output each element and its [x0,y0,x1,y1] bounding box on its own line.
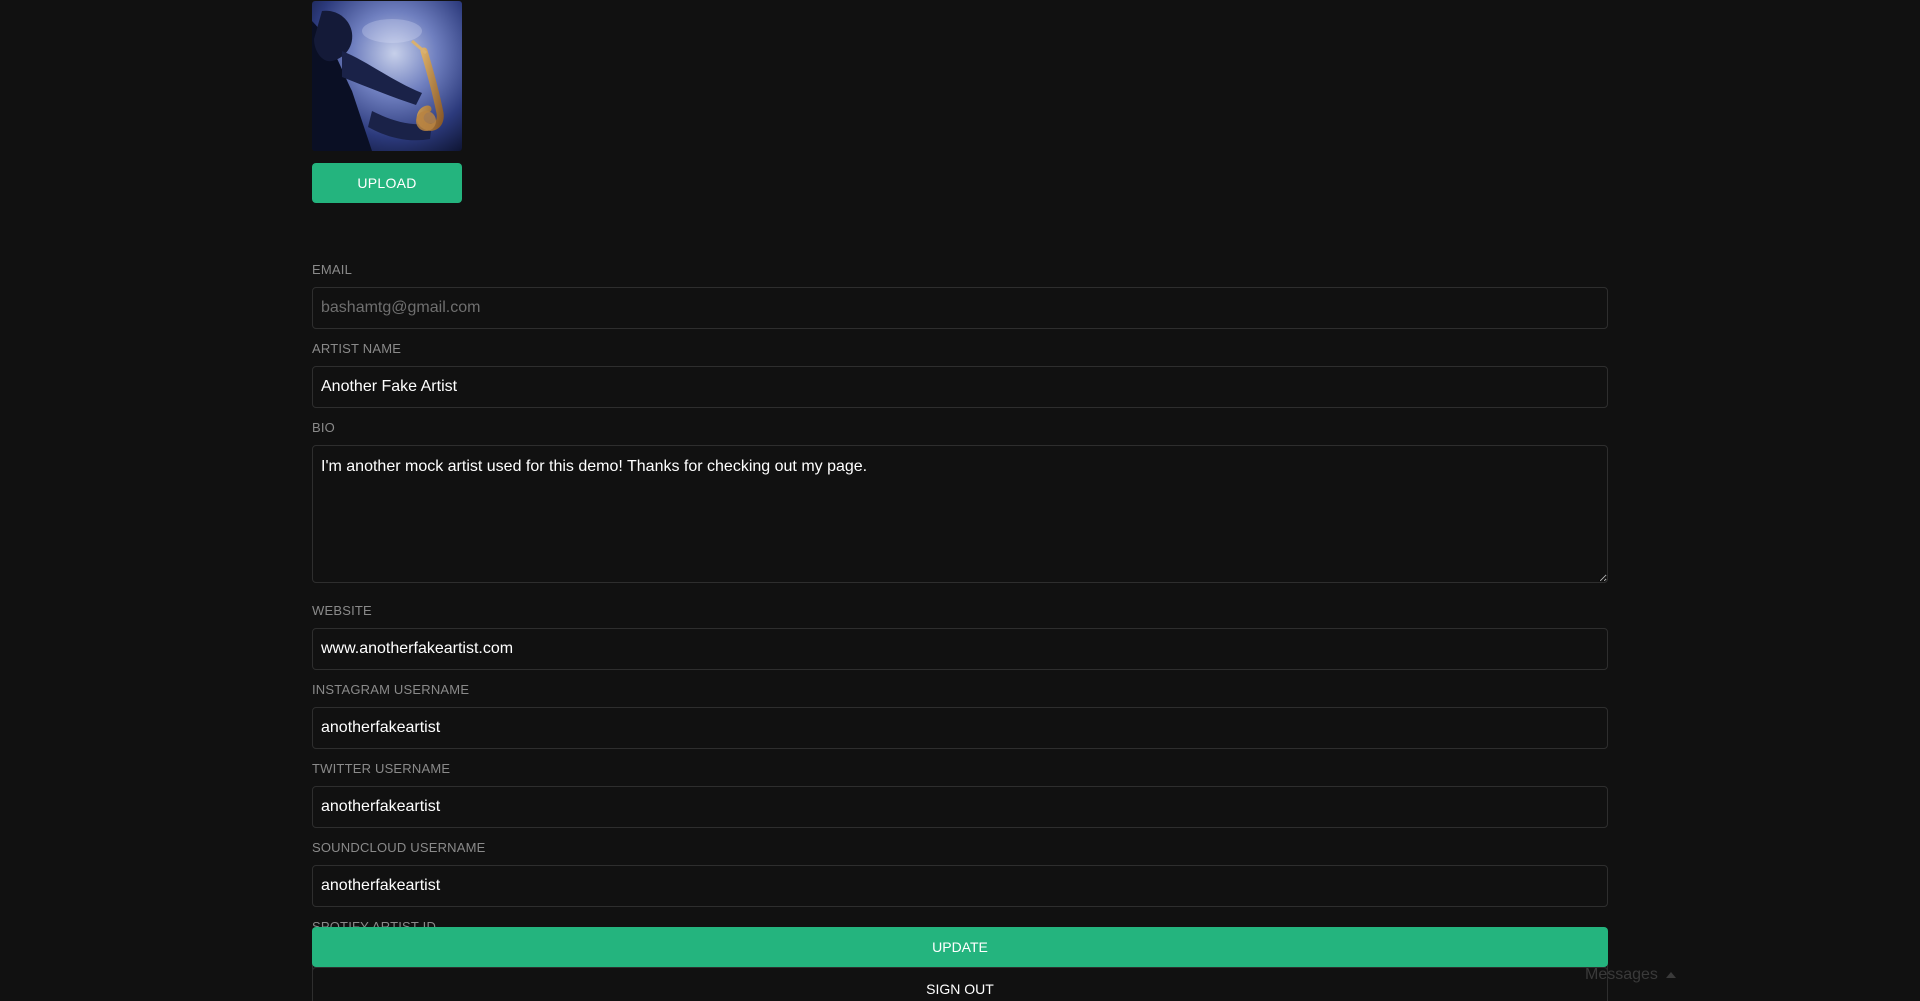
instagram-field[interactable] [312,707,1608,749]
bio-label: BIO [312,420,335,435]
profile-page: UPLOAD EMAIL ARTIST NAME BIO I'm another… [0,0,1920,1001]
twitter-label: TWITTER USERNAME [312,761,451,776]
messages-toggle[interactable]: Messages [1585,965,1676,985]
sign-out-button[interactable]: SIGN OUT [312,967,1608,1001]
email-field[interactable] [312,287,1608,329]
saxophone-player-photo [312,1,462,151]
chevron-up-icon [1665,972,1676,978]
upload-button[interactable]: UPLOAD [312,163,462,203]
website-label: WEBSITE [312,603,372,618]
messages-label: Messages [1585,966,1658,983]
update-button[interactable]: UPDATE [312,927,1608,967]
avatar [312,1,462,151]
soundcloud-field[interactable] [312,865,1608,907]
artist-name-label: ARTIST NAME [312,341,402,356]
twitter-field[interactable] [312,786,1608,828]
soundcloud-label: SOUNDCLOUD USERNAME [312,840,486,855]
email-label: EMAIL [312,262,353,277]
bio-field[interactable]: I'm another mock artist used for this de… [312,445,1608,583]
website-field[interactable] [312,628,1608,670]
instagram-label: INSTAGRAM USERNAME [312,682,470,697]
artist-name-field[interactable] [312,366,1608,408]
profile-form: EMAIL ARTIST NAME BIO I'm another mock a… [312,262,1608,998]
